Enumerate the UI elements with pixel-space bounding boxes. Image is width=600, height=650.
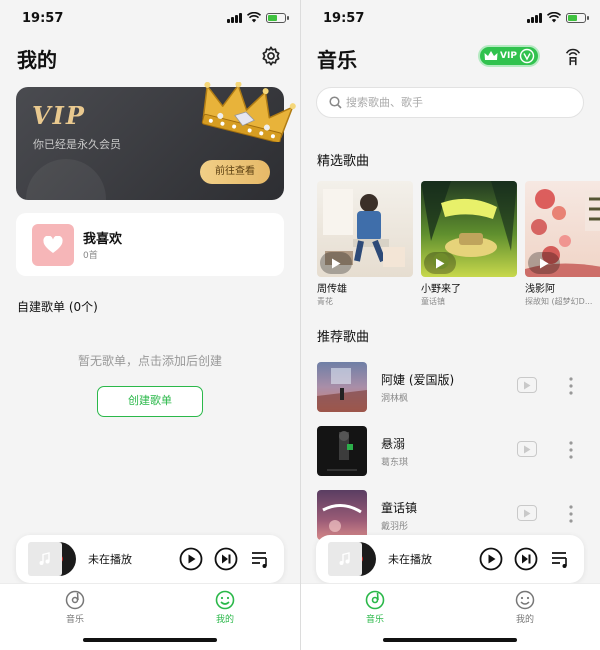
song-row[interactable]: 童话镇 戴羽彤 [317, 490, 585, 540]
song-row[interactable]: 悬溺 葛东琪 [317, 426, 585, 476]
song-cover [317, 362, 367, 412]
album-cover [28, 542, 62, 576]
music-note-icon [39, 552, 50, 565]
now-playing-text: 未在播放 [388, 553, 432, 566]
featured-section-title: 精选歌曲 [317, 154, 370, 169]
page-title: 音乐 [317, 48, 357, 72]
tab-music[interactable]: 音乐 [345, 590, 405, 625]
featured-card[interactable]: 小野来了 童话镇 [421, 181, 517, 307]
mini-player[interactable]: 未在播放 [16, 535, 284, 583]
featured-name: 周传雄 [317, 284, 347, 295]
cellular-signal-icon [527, 12, 542, 23]
featured-list: 周传雄 青花 小野来了 童话镇 浅影阿 探故知 (超梦幻D... [317, 181, 600, 311]
play-icon[interactable] [528, 252, 560, 274]
next-track-icon[interactable] [214, 547, 238, 571]
play-icon[interactable] [517, 505, 537, 521]
featured-cover [525, 181, 600, 277]
music-note-icon [339, 552, 350, 565]
vip-badge-label: VIP [500, 51, 517, 61]
status-time: 19:57 [22, 11, 64, 26]
song-cover [317, 426, 367, 476]
song-title: 童话镇 [381, 501, 418, 515]
tab-mine-label: 我的 [515, 615, 534, 625]
vip-view-button[interactable]: 前往查看 [200, 160, 270, 184]
play-icon[interactable] [179, 547, 203, 571]
cellular-signal-icon [227, 12, 242, 23]
playlists-empty-text: 暂无歌单，点击添加后创建 [77, 354, 222, 368]
smile-face-icon [215, 590, 235, 610]
featured-artist: 探故知 (超梦幻D... [525, 297, 593, 306]
tab-mine[interactable]: 我的 [495, 590, 555, 625]
play-icon[interactable] [517, 441, 537, 457]
create-playlist-button[interactable]: 创建歌单 [97, 386, 203, 417]
play-icon[interactable] [424, 252, 456, 274]
music-disc-icon [365, 590, 385, 610]
music-screen: 19:57 音乐 VIP 精选歌曲 [301, 0, 600, 650]
tab-music-label: 音乐 [65, 615, 84, 625]
vip-badge[interactable]: VIP [478, 45, 540, 67]
music-disc-icon [65, 590, 85, 610]
wifi-icon [547, 12, 561, 23]
more-options-icon[interactable] [566, 504, 576, 524]
featured-cover [317, 181, 413, 277]
playlist-queue-icon[interactable] [249, 547, 273, 571]
featured-card[interactable]: 浅影阿 探故知 (超梦幻D... [525, 181, 600, 307]
vip-status-text: 你已经是永久会员 [33, 138, 121, 151]
mini-player[interactable]: 未在播放 [316, 535, 584, 583]
favorites-card[interactable]: 我喜欢 0首 [16, 213, 284, 276]
play-icon[interactable] [517, 377, 537, 393]
song-artist: 葛东琪 [381, 458, 409, 468]
featured-card[interactable]: 周传雄 青花 [317, 181, 413, 307]
battery-icon [266, 12, 289, 23]
mine-screen: 19:57 我的 VIP 你已经是永久会员 前往查看 我喜欢 0首 自建歌单 (… [0, 0, 300, 650]
tab-mine[interactable]: 我的 [195, 590, 255, 625]
play-icon[interactable] [479, 547, 503, 571]
gear-icon[interactable] [260, 45, 282, 67]
vip-emblem-icon [519, 48, 535, 64]
featured-artist: 童话镇 [421, 297, 445, 306]
tab-mine-label: 我的 [215, 615, 234, 625]
status-time: 19:57 [323, 11, 365, 26]
smile-face-icon [515, 590, 535, 610]
home-indicator [383, 638, 517, 642]
favorites-count: 0首 [83, 251, 98, 261]
song-artist: 洞林枫 [381, 394, 409, 404]
featured-artist: 青花 [317, 297, 333, 306]
featured-cover [421, 181, 517, 277]
featured-name: 小野来了 [421, 284, 461, 295]
search-icon [329, 96, 342, 109]
song-cover [317, 490, 367, 540]
status-bar: 19:57 [0, 0, 300, 36]
tab-music[interactable]: 音乐 [45, 590, 105, 625]
favorites-title: 我喜欢 [83, 232, 123, 247]
album-cover [328, 542, 362, 576]
wifi-icon [247, 12, 261, 23]
featured-name: 浅影阿 [525, 284, 555, 295]
play-icon[interactable] [320, 252, 352, 274]
recommended-section-title: 推荐歌曲 [317, 330, 370, 345]
home-indicator [83, 638, 217, 642]
battery-icon [566, 12, 589, 23]
crown-icon [484, 51, 498, 60]
status-bar: 19:57 [301, 0, 600, 36]
search-input[interactable] [346, 96, 566, 109]
crown-icon [201, 82, 296, 142]
song-title: 阿婕 (爱国版) [381, 373, 455, 387]
more-options-icon[interactable] [566, 376, 576, 396]
vip-logo: VIP [32, 101, 86, 130]
now-playing-text: 未在播放 [88, 553, 132, 566]
more-options-icon[interactable] [566, 440, 576, 460]
radio-signal-icon[interactable] [562, 45, 584, 67]
song-artist: 戴羽彤 [381, 522, 409, 532]
playlist-queue-icon[interactable] [549, 547, 573, 571]
tab-music-label: 音乐 [365, 615, 384, 625]
playlists-header: 自建歌单 (0个) [17, 300, 98, 314]
song-row[interactable]: 阿婕 (爱国版) 洞林枫 [317, 362, 585, 412]
page-title: 我的 [17, 48, 57, 72]
search-bar[interactable] [316, 87, 584, 118]
next-track-icon[interactable] [514, 547, 538, 571]
heart-icon [43, 236, 63, 253]
song-title: 悬溺 [381, 437, 406, 451]
